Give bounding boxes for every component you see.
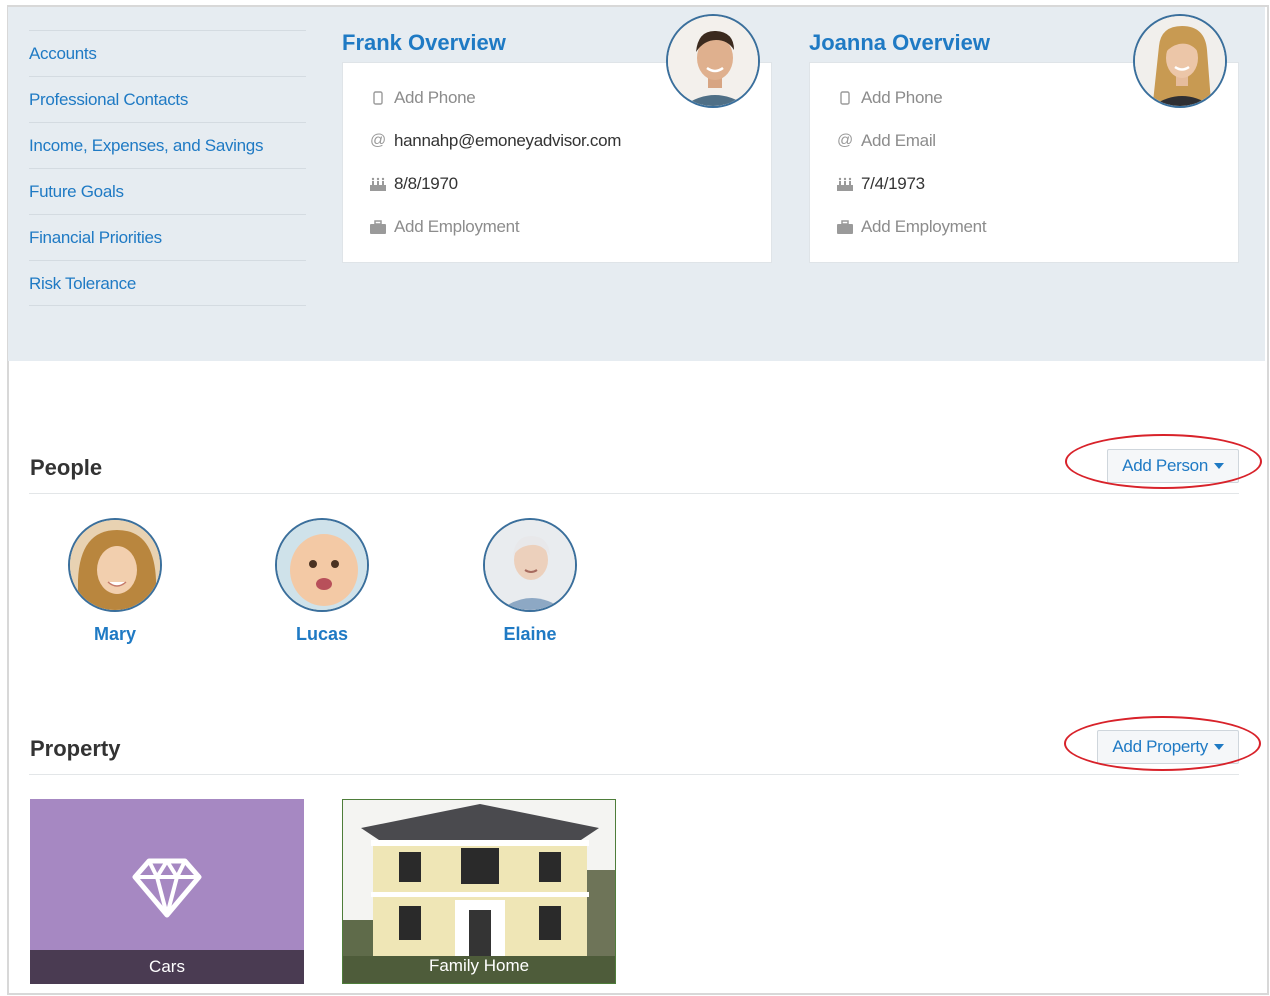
frank-employment[interactable]: Add Employment [394, 217, 520, 237]
at-icon: @ [837, 132, 853, 149]
frank-email[interactable]: hannahp@emoneyadvisor.com [394, 131, 621, 151]
joanna-employment-row[interactable]: Add Employment [835, 215, 987, 239]
nav-future-goals[interactable]: Future Goals [29, 168, 306, 214]
phone-icon [368, 88, 388, 108]
nav-risk-tolerance[interactable]: Risk Tolerance [29, 260, 306, 306]
caret-down-icon [1214, 744, 1224, 750]
joanna-avatar[interactable] [1133, 14, 1227, 108]
lucas-avatar[interactable] [275, 518, 369, 612]
add-person-button[interactable]: Add Person [1107, 449, 1239, 483]
joanna-birthdate-row: 7/4/1973 [835, 172, 925, 196]
phone-icon [835, 88, 855, 108]
property-tile-cars[interactable]: Cars [30, 799, 304, 984]
briefcase-icon [835, 217, 855, 237]
nav-accounts[interactable]: Accounts [29, 30, 306, 76]
property-section-header: Property Add Property [29, 727, 1239, 775]
property-tile-family-home[interactable]: Family Home [342, 799, 616, 984]
add-property-button[interactable]: Add Property [1097, 730, 1239, 764]
frank-employment-row[interactable]: Add Employment [368, 215, 520, 239]
mary-name[interactable]: Mary [55, 624, 175, 645]
cake-icon [835, 174, 855, 194]
briefcase-icon [368, 217, 388, 237]
frank-phone-row[interactable]: Add Phone [368, 86, 476, 110]
cake-icon [368, 174, 388, 194]
joanna-email[interactable]: Add Email [861, 131, 936, 151]
nav-professional-contacts[interactable]: Professional Contacts [29, 76, 306, 122]
add-property-label: Add Property [1112, 737, 1208, 756]
frank-birthdate-row: 8/8/1970 [368, 172, 458, 196]
joanna-email-row[interactable]: @ Add Email [835, 129, 936, 153]
lucas-name[interactable]: Lucas [262, 624, 382, 645]
add-person-label: Add Person [1122, 456, 1208, 475]
elaine-avatar[interactable] [483, 518, 577, 612]
joanna-employment[interactable]: Add Employment [861, 217, 987, 237]
caret-down-icon [1214, 463, 1224, 469]
nav-income-expenses-savings[interactable]: Income, Expenses, and Savings [29, 122, 306, 168]
frank-birthdate: 8/8/1970 [394, 174, 458, 193]
people-title: People [30, 455, 103, 480]
at-icon: @ [370, 132, 386, 149]
person-mary[interactable]: Mary [55, 518, 175, 645]
side-nav: Accounts Professional Contacts Income, E… [29, 30, 306, 306]
nav-financial-priorities[interactable]: Financial Priorities [29, 214, 306, 260]
joanna-phone-row[interactable]: Add Phone [835, 86, 943, 110]
cars-label: Cars [30, 950, 304, 984]
family-home-label: Family Home [428, 956, 530, 975]
property-title: Property [30, 736, 121, 761]
mary-avatar[interactable] [68, 518, 162, 612]
frank-overview: Frank Overview Add Phone @ hannahp@emone… [342, 14, 772, 263]
joanna-birthdate: 7/4/1973 [861, 174, 925, 193]
frank-phone[interactable]: Add Phone [394, 88, 476, 108]
joanna-overview: Joanna Overview Add Phone @ Add Email 7/… [809, 14, 1239, 263]
joanna-phone[interactable]: Add Phone [861, 88, 943, 108]
diamond-icon [132, 858, 202, 918]
frank-email-row: @ hannahp@emoneyadvisor.com [368, 129, 621, 153]
people-section-header: People Add Person [29, 446, 1239, 494]
person-lucas[interactable]: Lucas [262, 518, 382, 645]
frank-avatar[interactable] [666, 14, 760, 108]
elaine-name[interactable]: Elaine [470, 624, 590, 645]
person-elaine[interactable]: Elaine [470, 518, 590, 645]
